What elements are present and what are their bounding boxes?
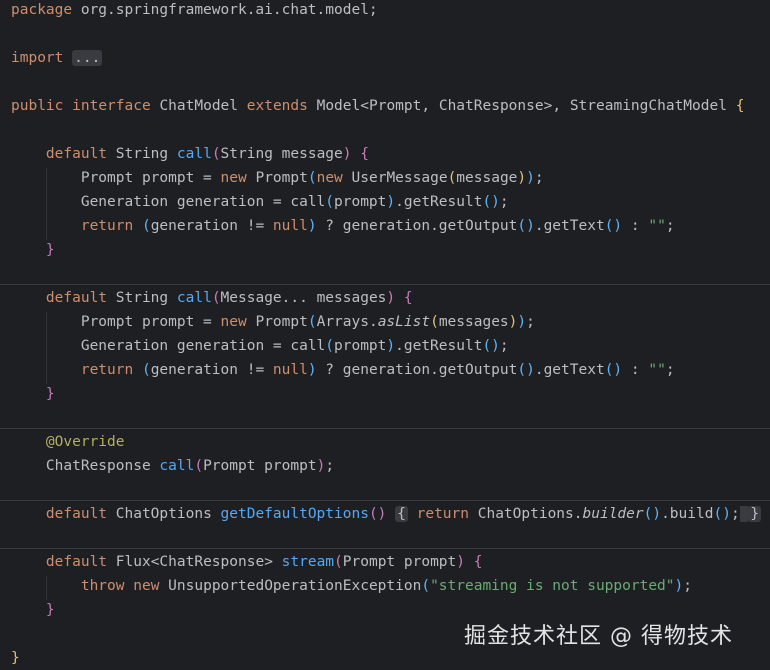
- code-line: return (generation != null) ? generation…: [80, 362, 675, 378]
- code-line: default Flux<ChatResponse> stream(Prompt…: [45, 554, 483, 570]
- code-line: default ChatOptions getDefaultOptions() …: [45, 506, 762, 522]
- code-line: return (generation != null) ? generation…: [80, 218, 675, 234]
- code-line: public interface ChatModel extends Model…: [11, 98, 745, 114]
- method-separator: [0, 284, 770, 285]
- code-line: import ...: [11, 50, 103, 66]
- code-line: }: [11, 650, 20, 666]
- method-separator: [0, 548, 770, 549]
- code-line: Prompt prompt = new Prompt(new UserMessa…: [80, 170, 544, 186]
- fold-close-brace[interactable]: }: [748, 506, 762, 522]
- code-line: Prompt prompt = new Prompt(Arrays.asList…: [80, 314, 535, 330]
- method-separator: [0, 428, 770, 429]
- watermark: 掘金技术社区 @ 得物技术: [464, 624, 733, 649]
- code-line: }: [45, 386, 55, 402]
- code-editor[interactable]: package org.springframework.ai.chat.mode…: [0, 0, 770, 669]
- code-line: throw new UnsupportedOperationException(…: [80, 578, 692, 594]
- fold-open-brace[interactable]: {: [395, 506, 408, 522]
- method-separator: [0, 500, 770, 501]
- code-line: default String call(Message... messages)…: [45, 290, 413, 306]
- code-line: }: [45, 602, 55, 618]
- code-line: ChatResponse call(Prompt prompt);: [45, 458, 335, 474]
- code-line: Generation generation = call(prompt).get…: [80, 338, 509, 354]
- code-line: package org.springframework.ai.chat.mode…: [11, 2, 378, 18]
- import-fold[interactable]: ...: [72, 50, 103, 66]
- code-line: Generation generation = call(prompt).get…: [80, 194, 509, 210]
- code-line: @Override: [45, 434, 125, 450]
- code-line: }: [45, 242, 55, 258]
- code-line: default String call(String message) {: [45, 146, 369, 162]
